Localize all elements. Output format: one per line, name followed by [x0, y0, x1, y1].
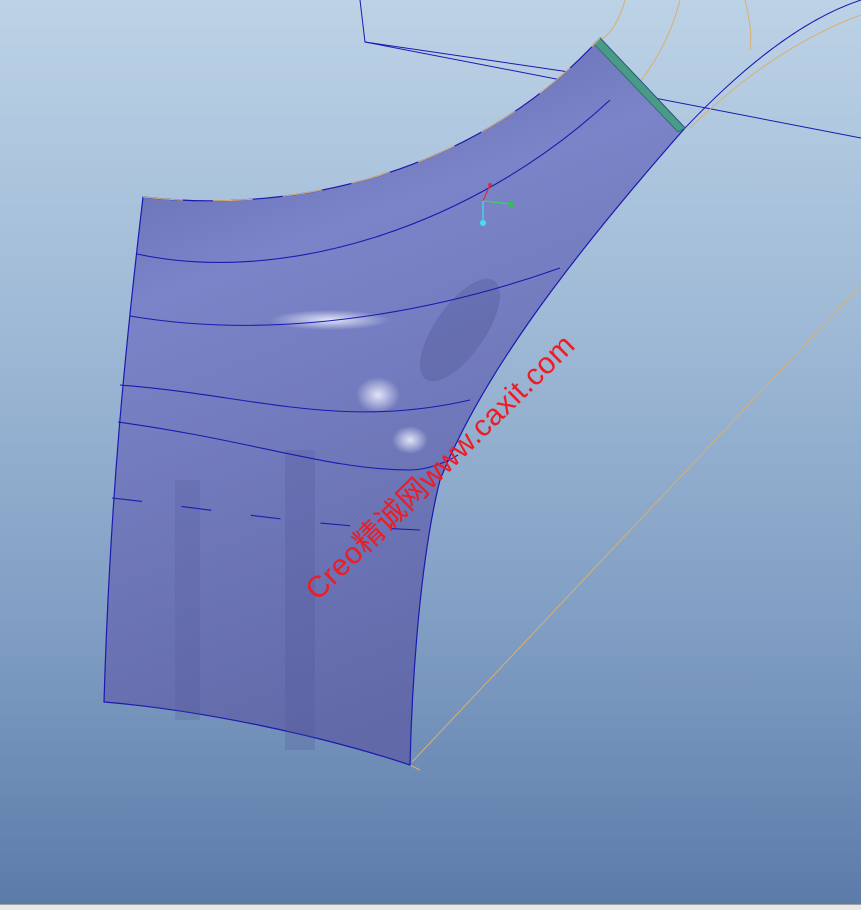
blend-surface[interactable] [103, 37, 686, 766]
status-bar [0, 904, 861, 910]
